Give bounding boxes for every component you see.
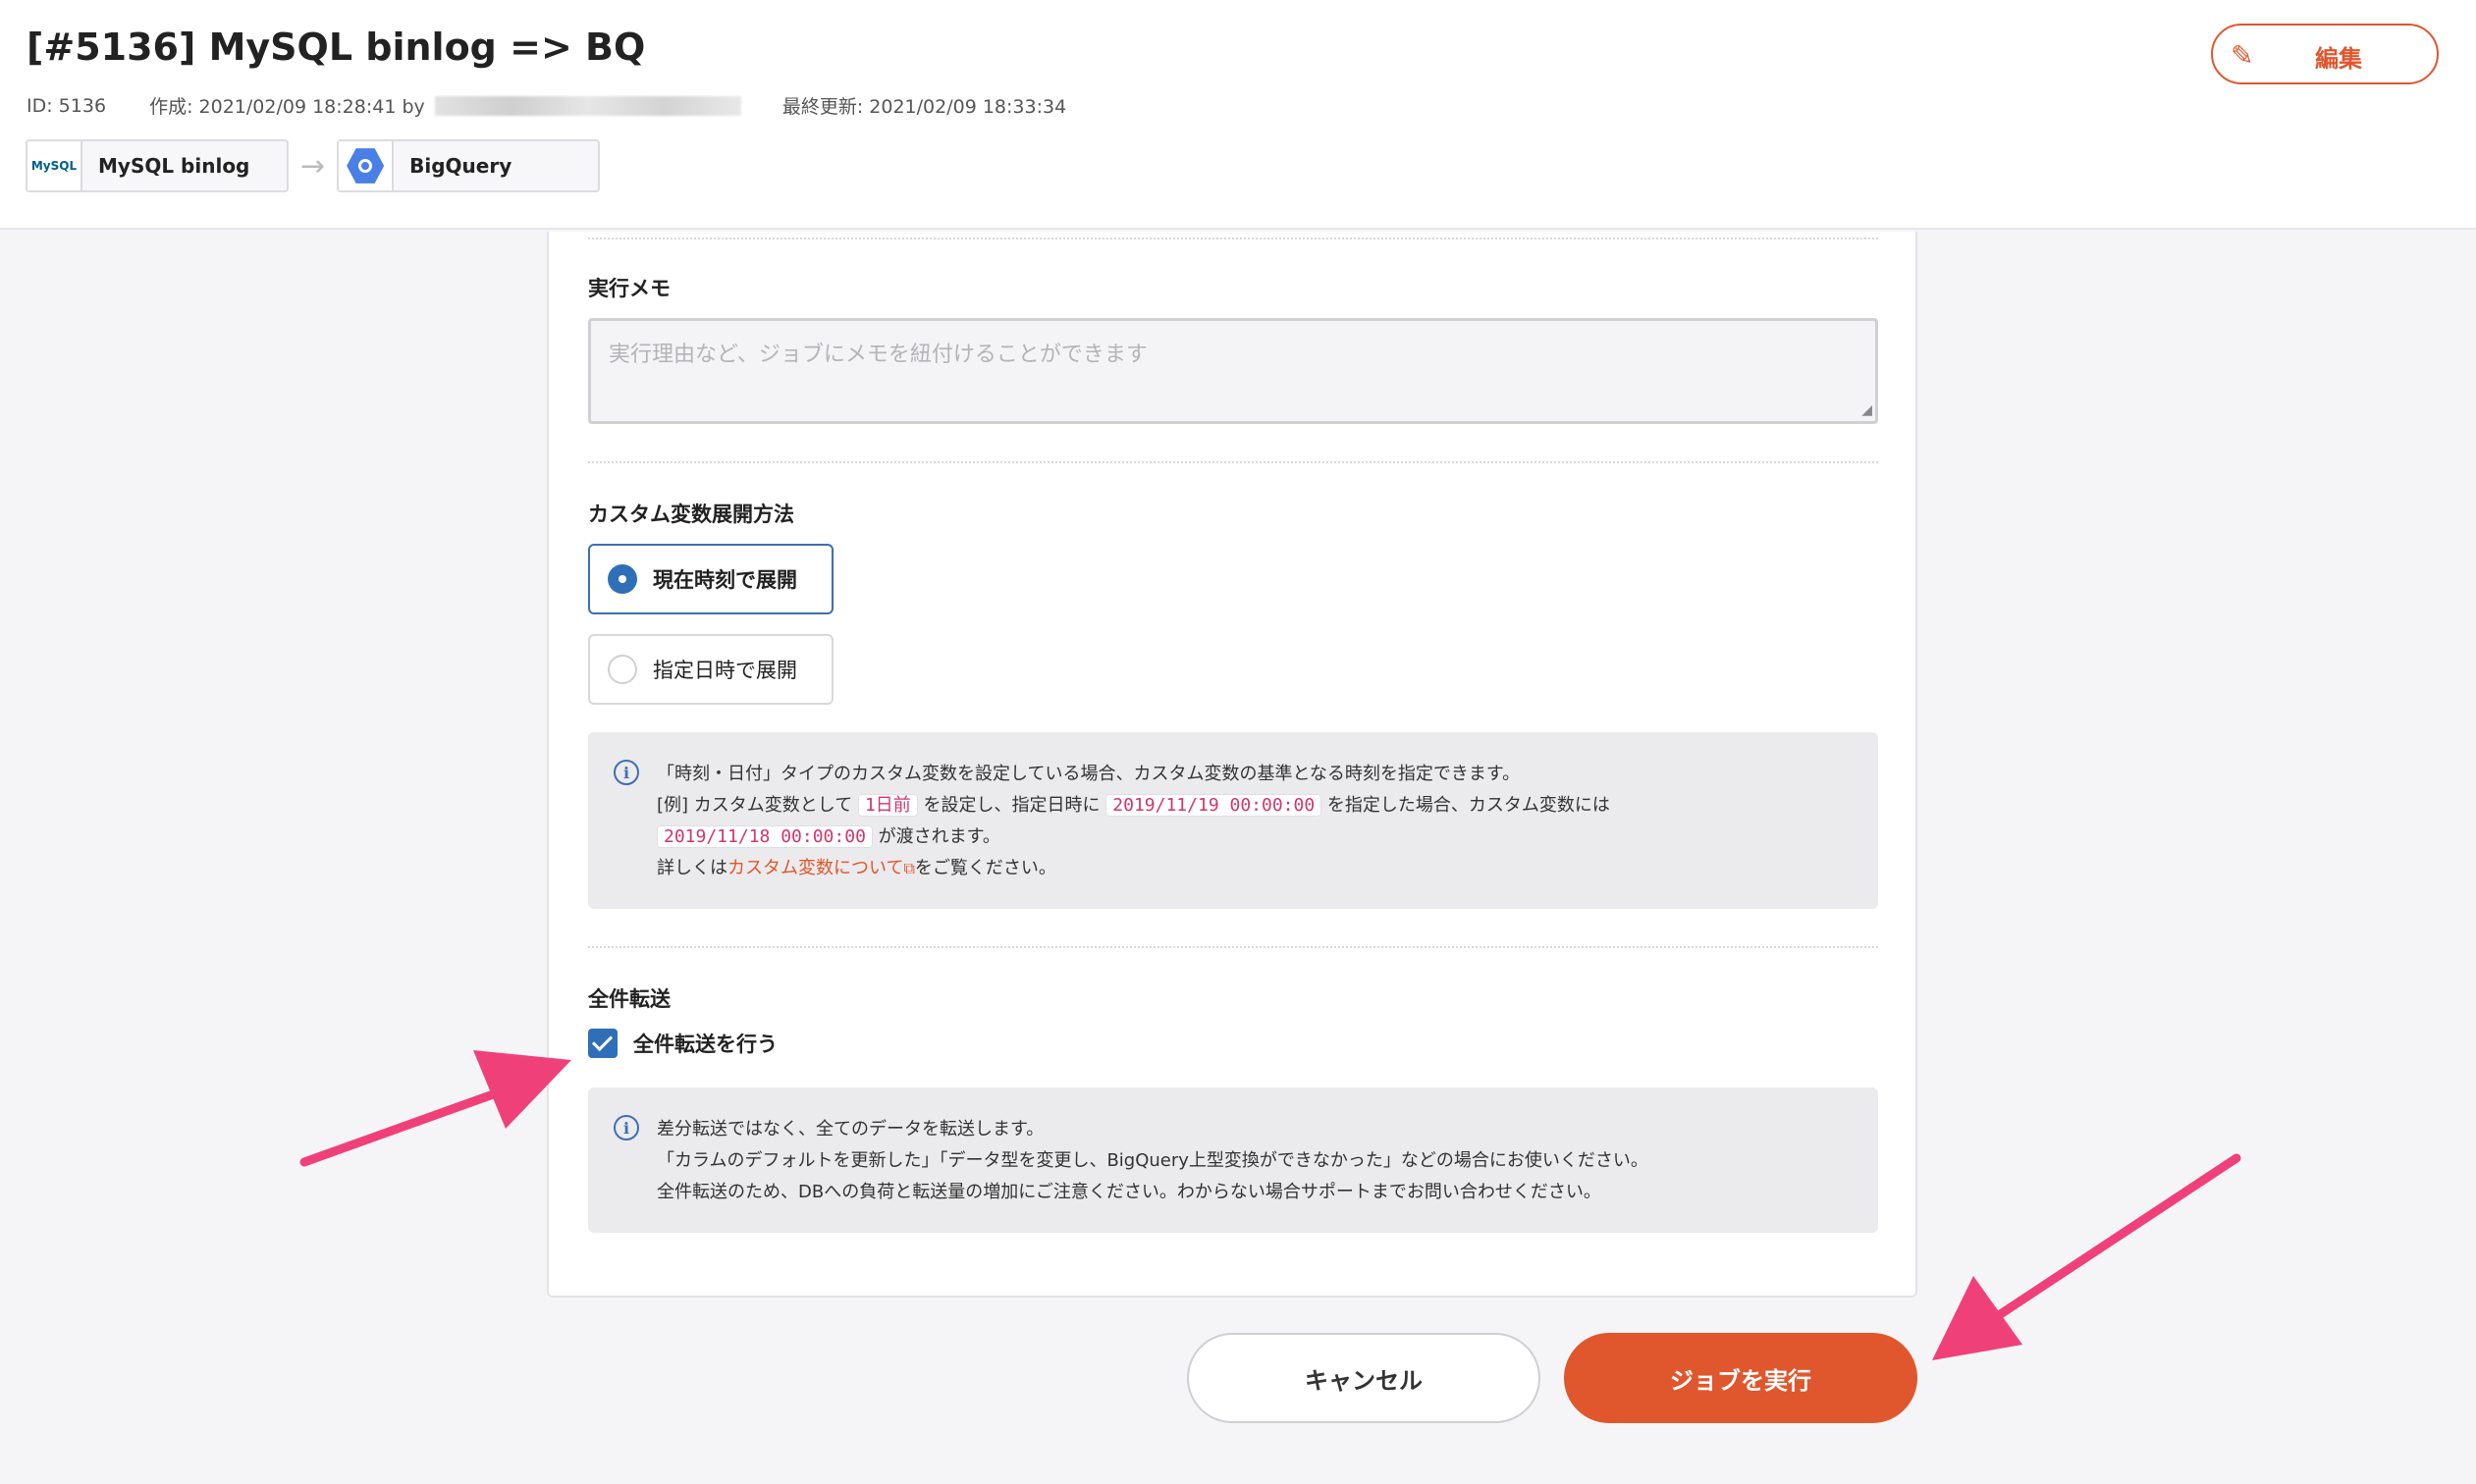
resize-handle-icon[interactable]: ◢	[1861, 402, 1872, 418]
radio-unselected-icon	[608, 655, 637, 684]
info-text: 詳しくはカスタム変数について⧉をご覧ください。	[657, 858, 1056, 878]
job-id: ID: 5136	[27, 94, 107, 117]
redacted-author	[434, 95, 741, 116]
info-icon: i	[614, 760, 639, 785]
checkmark-icon[interactable]	[588, 1029, 618, 1058]
info-text: 差分転送ではなく、全てのデータを転送します。	[657, 1119, 1045, 1140]
divider	[588, 946, 1878, 948]
arrow-right-icon: →	[300, 148, 326, 184]
run-job-button[interactable]: ジョブを実行	[1564, 1333, 1917, 1423]
radio-specified-time[interactable]: 指定日時で展開	[588, 634, 834, 705]
connector-flow: MySQL MySQL binlog → BigQuery	[26, 139, 601, 192]
source-connector: MySQL MySQL binlog	[26, 139, 289, 192]
info-text: [例] カスタム変数として 1日前 を設定し、指定日時に 2019/11/19 …	[657, 794, 1610, 817]
custom-var-help-link[interactable]: カスタム変数について	[727, 858, 903, 878]
memo-placeholder: 実行理由など、ジョブにメモを紐付けることができます	[609, 343, 1148, 367]
memo-textarea[interactable]: 実行理由など、ジョブにメモを紐付けることができます ◢	[588, 318, 1878, 424]
divider	[588, 461, 1878, 463]
full-transfer-label: 全件転送	[588, 987, 671, 1011]
job-meta: ID: 5136 作成: 2021/02/09 18:28:41 by 最終更新…	[27, 92, 1066, 119]
destination-connector: BigQuery	[337, 139, 601, 192]
info-icon: i	[614, 1115, 639, 1140]
created-at: 作成: 2021/02/09 18:28:41 by	[149, 96, 425, 118]
radio-specified-time-label: 指定日時で展開	[653, 659, 797, 682]
edit-button-label: 編集	[2315, 45, 2362, 73]
full-transfer-checkbox[interactable]: 全件転送を行う	[588, 1029, 778, 1058]
full-transfer-info: i 差分転送ではなく、全てのデータを転送します。 「カラムのデフォルトを更新した…	[588, 1087, 1878, 1233]
info-text: 「時刻・日付」タイプのカスタム変数を設定している場合、カスタム変数の基準となる時…	[657, 764, 1521, 784]
cancel-button[interactable]: キャンセル	[1187, 1333, 1540, 1423]
info-text: 「カラムのデフォルトを更新した」「データ型を変更し、BigQuery上型変換がで…	[657, 1150, 1648, 1171]
pencil-icon: ✎	[2231, 39, 2254, 72]
source-label: MySQL binlog	[98, 154, 250, 178]
info-text: 2019/11/18 00:00:00 が渡されます。	[657, 822, 1000, 848]
custom-var-info: i 「時刻・日付」タイプのカスタム変数を設定している場合、カスタム変数の基準とな…	[588, 732, 1878, 909]
annotation-arrow-checkbox	[299, 1050, 571, 1167]
annotation-arrow-run-button	[1932, 1153, 2241, 1360]
full-transfer-checkbox-label: 全件転送を行う	[633, 1033, 778, 1056]
radio-current-time-label: 現在時刻で展開	[653, 568, 797, 592]
edit-button[interactable]: ✎ 編集	[2211, 24, 2439, 84]
job-run-form: 実行メモ 実行理由など、ジョブにメモを紐付けることができます ◢ カスタム変数展…	[547, 232, 1917, 1298]
mysql-logo-icon: MySQL	[27, 141, 82, 190]
radio-current-time[interactable]: 現在時刻で展開	[588, 544, 834, 614]
bigquery-icon	[339, 141, 395, 190]
updated-at: 最終更新: 2021/02/09 18:33:34	[781, 96, 1067, 118]
page-title: [#5136] MySQL binlog => BQ	[27, 26, 646, 69]
radio-selected-icon	[608, 564, 637, 594]
divider	[588, 238, 1878, 239]
memo-label: 実行メモ	[588, 277, 671, 300]
job-header: [#5136] MySQL binlog => BQ ID: 5136 作成: …	[0, 0, 2476, 230]
custom-var-label: カスタム変数展開方法	[588, 503, 794, 526]
external-link-icon[interactable]: ⧉	[903, 859, 914, 877]
destination-label: BigQuery	[409, 154, 512, 178]
info-text: 全件転送のため、DBへの負荷と転送量の増加にご注意ください。わからない場合サポー…	[657, 1182, 1601, 1202]
